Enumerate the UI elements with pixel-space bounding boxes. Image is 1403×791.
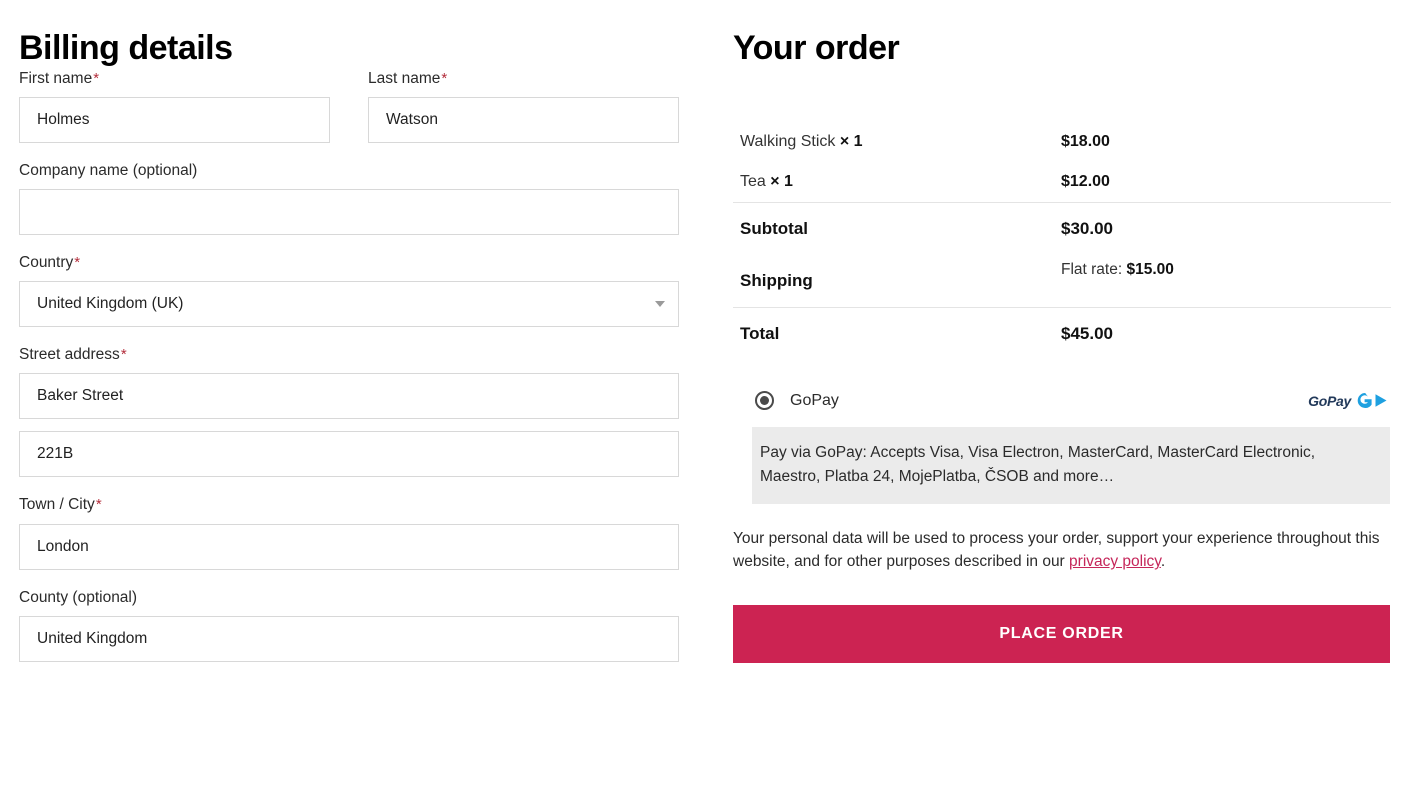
street-address-2-input[interactable]: [19, 431, 679, 477]
order-item-price: $12.00: [1061, 162, 1391, 203]
order-summary-table: Walking Stick × 1 $18.00 Tea × 1 $12.00 …: [733, 122, 1391, 360]
gopay-mark-icon: [1355, 391, 1389, 410]
shipping-row: Shipping Flat rate: $15.00: [733, 255, 1391, 308]
city-input[interactable]: [19, 524, 679, 570]
subtotal-row: Subtotal $30.00: [733, 203, 1391, 255]
total-row: Total $45.00: [733, 308, 1391, 360]
chevron-down-icon: [655, 301, 665, 307]
privacy-text-before: Your personal data will be used to proce…: [733, 530, 1380, 570]
order-item-price: $18.00: [1061, 122, 1391, 162]
city-label: Town / City*: [19, 495, 679, 515]
subtotal-label: Subtotal: [733, 203, 1061, 255]
gopay-logo: GoPay: [1308, 391, 1391, 410]
city-label-text: Town / City: [19, 496, 95, 513]
last-name-input[interactable]: [368, 97, 679, 143]
country-label-text: Country: [19, 254, 73, 271]
country-select[interactable]: United Kingdom (UK): [19, 281, 679, 327]
total-label: Total: [733, 308, 1061, 360]
country-selected-value: United Kingdom (UK): [37, 295, 183, 313]
order-item-qty: × 1: [770, 173, 793, 190]
order-item-name: Walking Stick: [740, 133, 835, 150]
street-address-field-block: Street address*: [19, 345, 679, 477]
payment-method-gopay[interactable]: GoPay GoPay: [733, 386, 1391, 416]
first-name-field-block: First name*: [19, 69, 330, 143]
privacy-policy-link[interactable]: privacy policy: [1069, 553, 1161, 570]
payment-methods-section: GoPay GoPay Pay via GoPay: Accepts Visa,…: [733, 386, 1391, 664]
radio-gopay[interactable]: [755, 391, 774, 410]
last-name-label: Last name*: [368, 69, 679, 89]
country-label: Country*: [19, 253, 679, 273]
city-field-block: Town / City*: [19, 495, 679, 569]
street-address-label-text: Street address: [19, 346, 120, 363]
first-name-input[interactable]: [19, 97, 330, 143]
payment-method-label: GoPay: [790, 392, 839, 410]
billing-details-heading: Billing details: [19, 0, 679, 69]
subtotal-value: $30.00: [1061, 203, 1391, 255]
country-field-block: Country* United Kingdom (UK): [19, 253, 679, 327]
first-name-label-text: First name: [19, 70, 92, 87]
privacy-policy-text: Your personal data will be used to proce…: [733, 527, 1388, 574]
table-row: Walking Stick × 1 $18.00: [733, 122, 1391, 162]
last-name-label-text: Last name: [368, 70, 440, 87]
order-item-name: Tea: [740, 173, 766, 190]
county-input[interactable]: [19, 616, 679, 662]
last-name-field-block: Last name*: [368, 69, 679, 143]
company-field-block: Company name (optional): [19, 161, 679, 235]
country-select-wrapper[interactable]: United Kingdom (UK): [19, 281, 679, 327]
billing-details-section: Billing details First name* Last name* C…: [19, 0, 679, 662]
company-name-input[interactable]: [19, 189, 679, 235]
required-asterisk: *: [440, 70, 447, 87]
required-asterisk: *: [95, 496, 102, 513]
shipping-amount: $15.00: [1126, 261, 1173, 278]
shipping-method-name: Flat rate:: [1061, 261, 1122, 278]
company-name-label: Company name (optional): [19, 161, 679, 181]
checkout-page: Billing details First name* Last name* C…: [0, 0, 1403, 791]
county-field-block: County (optional): [19, 588, 679, 662]
table-row: Tea × 1 $12.00: [733, 162, 1391, 203]
shipping-label: Shipping: [733, 255, 1061, 308]
place-order-button[interactable]: Place order: [733, 605, 1390, 663]
street-address-label: Street address*: [19, 345, 679, 365]
required-asterisk: *: [92, 70, 99, 87]
total-value: $45.00: [1061, 308, 1391, 360]
your-order-heading: Your order: [733, 0, 1391, 69]
name-fields-row: First name* Last name*: [19, 69, 679, 143]
gopay-logo-text: GoPay: [1308, 393, 1351, 409]
order-item-name-cell: Walking Stick × 1: [733, 122, 1061, 162]
privacy-text-after: .: [1161, 553, 1165, 570]
street-address-input[interactable]: [19, 373, 679, 419]
shipping-value-cell: Flat rate: $15.00: [1061, 255, 1391, 308]
payment-method-description: Pay via GoPay: Accepts Visa, Visa Electr…: [752, 427, 1390, 504]
required-asterisk: *: [120, 346, 127, 363]
order-item-qty: × 1: [840, 133, 863, 150]
required-asterisk: *: [73, 254, 80, 271]
first-name-label: First name*: [19, 69, 330, 89]
county-label: County (optional): [19, 588, 679, 608]
radio-selected-dot: [760, 396, 769, 405]
order-item-name-cell: Tea × 1: [733, 162, 1061, 203]
order-review-section: Your order Walking Stick × 1 $18.00 Tea …: [733, 0, 1391, 663]
